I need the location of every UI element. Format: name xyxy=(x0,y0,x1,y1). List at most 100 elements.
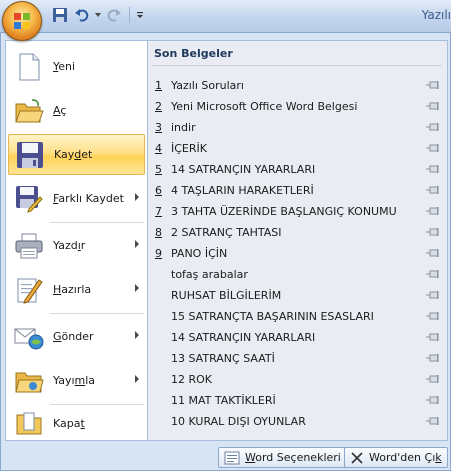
recent-document-item[interactable]: tofaş arabalar xyxy=(152,264,444,284)
pin-icon[interactable] xyxy=(426,332,440,342)
recent-document-name: tofaş arabalar xyxy=(171,267,248,281)
recent-document-name: 14 SATRANÇIN YARARLARI xyxy=(171,162,316,176)
recent-document-item[interactable]: 1 Yazılı Soruları xyxy=(152,75,444,95)
recent-document-item[interactable]: 12 ROK xyxy=(152,369,444,389)
printer-icon xyxy=(14,231,44,261)
menu-item-print[interactable]: Yazdır xyxy=(8,225,145,266)
menu-item-label: Yeni xyxy=(53,60,76,73)
office-button[interactable] xyxy=(2,1,42,41)
recent-document-name: 2 SATRANÇ TAHTASI xyxy=(171,225,282,239)
pin-icon[interactable] xyxy=(426,206,440,216)
title-bar: Yazılı xyxy=(0,0,451,41)
recent-document-item[interactable]: 8 2 SATRANÇ TAHTASI xyxy=(152,222,444,242)
word-options-button[interactable]: Word Seçenekleri xyxy=(218,447,347,468)
menu-item-prepare[interactable]: Hazırla xyxy=(8,269,145,310)
close-folder-icon xyxy=(14,408,44,438)
recent-document-item[interactable]: 4 İÇERİK xyxy=(152,138,444,158)
menu-commands: Yeni Aç Kaydet Farklı Kaydet Yazdır Hazı… xyxy=(5,40,148,441)
redo-icon[interactable] xyxy=(104,5,124,25)
recent-document-number: 6 xyxy=(155,183,162,197)
recent-document-number: 4 xyxy=(155,141,162,155)
recent-document-name: 3 TAHTA ÜZERİNDE BAŞLANGIÇ KONUMU xyxy=(171,204,397,218)
recent-document-item[interactable]: 2 Yeni Microsoft Office Word Belgesi xyxy=(152,96,444,116)
submenu-arrow-icon xyxy=(135,193,139,201)
recent-document-number: 5 xyxy=(155,162,162,176)
recent-document-number: 3 xyxy=(155,120,162,134)
recent-document-number: 7 xyxy=(155,204,162,218)
qat-separator xyxy=(129,7,130,23)
menu-item-label: Aç xyxy=(53,104,67,117)
pin-icon[interactable] xyxy=(426,311,440,321)
menu-item-send[interactable]: Gönder xyxy=(8,316,145,357)
recent-document-item[interactable]: 6 4 TAŞLARIN HARAKETLERİ xyxy=(152,180,444,200)
menu-item-label: Hazırla xyxy=(53,283,92,296)
window-title: Yazılı xyxy=(421,8,451,22)
prepare-icon xyxy=(14,275,44,305)
pin-icon[interactable] xyxy=(426,80,440,90)
menu-item-label: Yayımla xyxy=(53,374,96,387)
quick-access-toolbar xyxy=(50,4,145,26)
menu-item-label: Farklı Kaydet xyxy=(53,192,124,205)
pin-icon[interactable] xyxy=(426,353,440,363)
recent-document-item[interactable]: 9 PANO İÇİN xyxy=(152,243,444,263)
word-options-icon xyxy=(224,451,240,464)
recent-document-item[interactable]: 7 3 TAHTA ÜZERİNDE BAŞLANGIÇ KONUMU xyxy=(152,201,444,221)
menu-item-save[interactable]: Kaydet xyxy=(8,134,145,175)
pin-icon[interactable] xyxy=(426,185,440,195)
menu-item-publish[interactable]: Yayımla xyxy=(8,360,145,401)
menu-item-new[interactable]: Yeni xyxy=(8,46,145,87)
recent-document-item[interactable]: 11 MAT TAKTİKLERİ xyxy=(152,390,444,410)
pin-icon[interactable] xyxy=(426,416,440,426)
save-icon[interactable] xyxy=(50,5,70,25)
recent-document-number: 8 xyxy=(155,225,162,239)
recent-document-number: 1 xyxy=(155,78,162,92)
pin-icon[interactable] xyxy=(426,101,440,111)
recent-document-name: indir xyxy=(171,120,196,134)
recent-document-name: RUHSAT BİLGİLERİM xyxy=(171,288,282,302)
save-floppy-icon xyxy=(15,140,45,170)
undo-dropdown-icon[interactable] xyxy=(94,5,102,25)
menu-item-save-as[interactable]: Farklı Kaydet xyxy=(8,178,145,219)
pin-icon[interactable] xyxy=(426,374,440,384)
recent-documents-title: Son Belgeler xyxy=(154,47,233,60)
recent-title-divider xyxy=(152,65,442,66)
recent-document-name: 12 ROK xyxy=(171,372,213,386)
pin-icon[interactable] xyxy=(426,227,440,237)
send-icon xyxy=(14,322,44,352)
close-x-icon xyxy=(351,451,363,464)
pin-icon[interactable] xyxy=(426,290,440,300)
recent-document-name: 10 KURAL DIŞI OYUNLAR xyxy=(171,414,306,428)
recent-document-name: 14 SATRANÇIN YARARLARI xyxy=(171,330,316,344)
undo-icon[interactable] xyxy=(72,5,92,25)
word-options-label: Word Seçenekleri xyxy=(245,451,341,464)
recent-document-name: Yeni Microsoft Office Word Belgesi xyxy=(171,99,358,113)
menu-item-label: Kaydet xyxy=(54,148,93,161)
recent-document-name: PANO İÇİN xyxy=(171,246,228,260)
pin-icon[interactable] xyxy=(426,143,440,153)
recent-document-item[interactable]: 10 KURAL DIŞI OYUNLAR xyxy=(152,411,444,431)
submenu-arrow-icon xyxy=(135,284,139,292)
menu-divider xyxy=(50,404,144,405)
pin-icon[interactable] xyxy=(426,248,440,258)
recent-document-item[interactable]: RUHSAT BİLGİLERİM xyxy=(152,285,444,305)
pin-icon[interactable] xyxy=(426,395,440,405)
menu-item-open[interactable]: Aç xyxy=(8,90,145,131)
office-menu: Yeni Aç Kaydet Farklı Kaydet Yazdır Hazı… xyxy=(0,32,451,471)
recent-document-item[interactable]: 5 14 SATRANÇIN YARARLARI xyxy=(152,159,444,179)
pin-icon[interactable] xyxy=(426,122,440,132)
submenu-arrow-icon xyxy=(135,240,139,248)
recent-document-item[interactable]: 15 SATRANÇTA BAŞARININ ESASLARI xyxy=(152,306,444,326)
pin-icon[interactable] xyxy=(426,164,440,174)
save-as-icon xyxy=(14,184,44,214)
recent-document-item[interactable]: 3 indir xyxy=(152,117,444,137)
menu-item-close[interactable]: Kapat xyxy=(8,407,145,439)
customize-qat-icon[interactable] xyxy=(135,5,145,25)
pin-icon[interactable] xyxy=(426,269,440,279)
recent-document-item[interactable]: 13 SATRANÇ SAATİ xyxy=(152,348,444,368)
recent-document-number: 9 xyxy=(155,246,162,260)
recent-document-name: 4 TAŞLARIN HARAKETLERİ xyxy=(171,183,314,197)
recent-document-item[interactable]: 14 SATRANÇIN YARARLARI xyxy=(152,327,444,347)
exit-word-label: Word'den Çık xyxy=(369,451,442,464)
exit-word-button[interactable]: Word'den Çık xyxy=(344,447,448,468)
new-document-icon xyxy=(14,52,44,82)
